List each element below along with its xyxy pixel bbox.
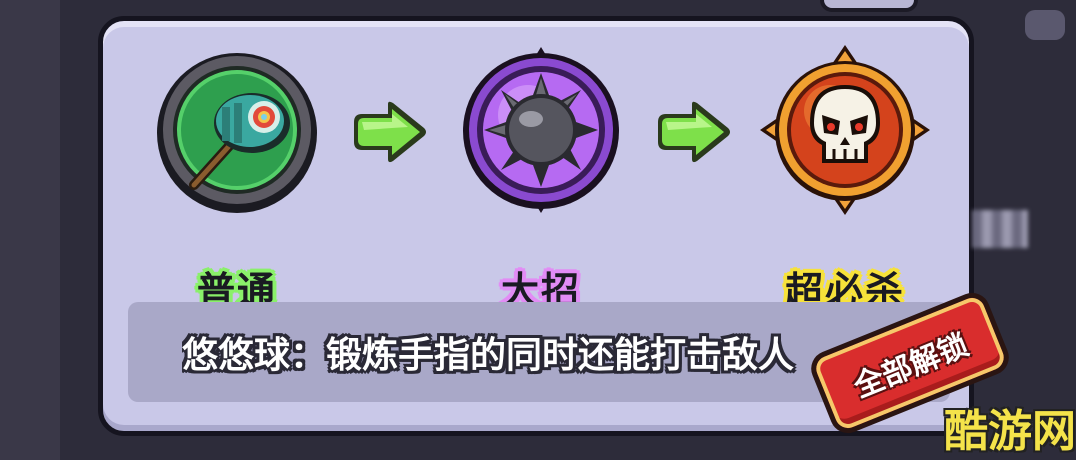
spiked-mace-ball-icon	[463, 47, 619, 213]
arrow-right-icon	[658, 101, 730, 163]
skill-description: 悠悠球：锻炼手指的同时还能打击敌人	[182, 335, 795, 376]
skull-icon	[760, 45, 930, 215]
skill-super-special[interactable]: 超必杀	[760, 45, 930, 313]
skill-ultimate[interactable]: 大招	[456, 45, 626, 313]
blurred-region	[972, 210, 1028, 248]
site-watermark: 酷游网	[944, 406, 1076, 457]
yoyo-ball-icon	[157, 53, 317, 213]
arrow-right-icon	[354, 101, 426, 163]
top-tab-edge	[820, 0, 918, 12]
skill-normal[interactable]: 普通	[152, 45, 322, 313]
background-left-strip	[0, 0, 60, 460]
right-edge-panel	[1025, 10, 1065, 40]
